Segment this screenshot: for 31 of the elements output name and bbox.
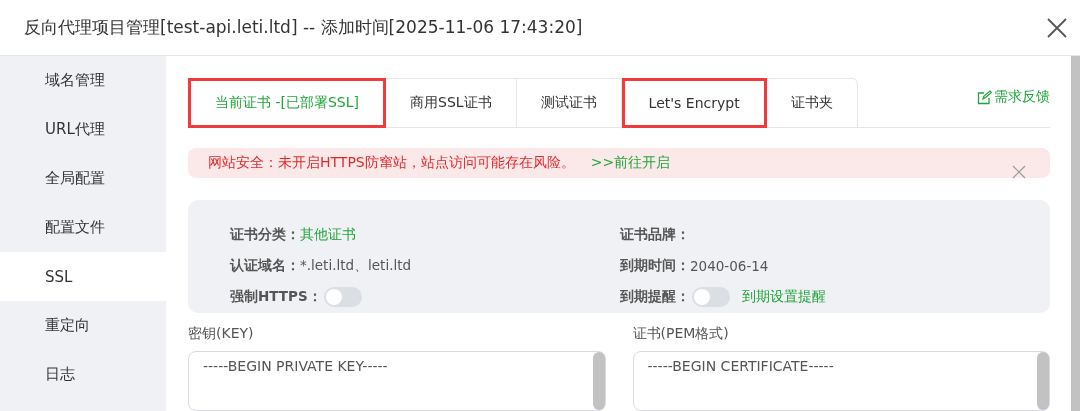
field-label: 强制HTTPS： (230, 288, 322, 307)
field-value: 2040-06-14 (690, 258, 769, 275)
sidebar-item[interactable]: 全局配置 (0, 154, 166, 203)
tab[interactable]: Let's Encrypt (621, 78, 767, 128)
alert-message: 网站安全：未开启HTTPS防窜站，站点访问可能存在风险。 (208, 153, 575, 172)
sidebar-item[interactable]: 域名管理 (0, 56, 166, 105)
window-title: 反向代理项目管理[test-api.leti.ltd] -- 添加时间[2025-11-06 17:43:20] (24, 16, 583, 39)
field-label: 证书分类： (230, 226, 300, 245)
sidebar-item[interactable]: SSL (0, 252, 166, 301)
certificate-textarea[interactable]: -----BEGIN CERTIFICATE----- (632, 351, 1050, 411)
tab[interactable]: 测试证书 (516, 78, 622, 128)
scrollbar[interactable] (1071, 56, 1080, 411)
tab[interactable]: 商用SSL证书 (386, 78, 517, 128)
sidebar-item[interactable]: URL代理 (0, 105, 166, 154)
close-icon[interactable] (1046, 16, 1068, 39)
sidebar-item[interactable]: 配置文件 (0, 203, 166, 252)
field-label: 密钥(KEY) (188, 325, 255, 343)
field-value: *.leti.ltd、leti.ltd (300, 257, 412, 276)
toggle-switch[interactable] (692, 287, 730, 308)
sidebar-item[interactable]: 重定向 (0, 301, 166, 350)
sidebar-item[interactable]: 日志 (0, 350, 166, 399)
toggle-switch[interactable] (323, 287, 362, 308)
field-label: 证书品牌： (620, 226, 690, 245)
field-value: 其他证书 (300, 226, 356, 245)
field-label: 到期提醒： (620, 288, 690, 307)
tab[interactable]: 证书夹 (766, 78, 858, 128)
field-label: 认证域名： (230, 257, 300, 276)
field-label: 到期时间： (620, 257, 690, 276)
key-textarea[interactable]: -----BEGIN PRIVATE KEY----- (188, 351, 606, 411)
edit-icon (977, 89, 992, 105)
field-label: 证书(PEM格式) (632, 325, 730, 343)
